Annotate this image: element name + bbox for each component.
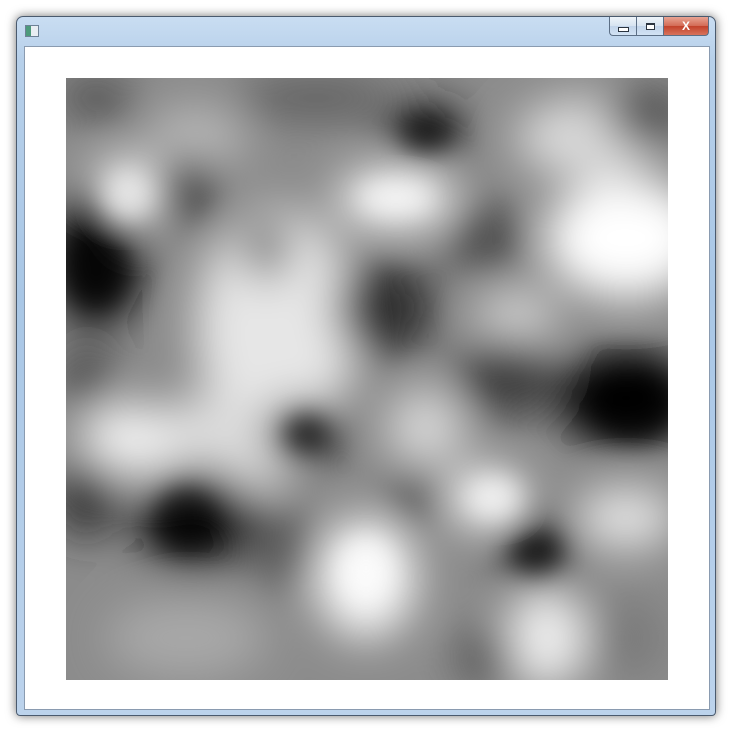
app-icon[interactable] — [25, 25, 39, 37]
maximize-button[interactable] — [636, 17, 663, 36]
minimize-icon — [617, 26, 629, 32]
app-window: X — [16, 16, 716, 716]
close-icon: X — [681, 19, 690, 33]
caption-buttons: X — [609, 17, 709, 37]
minimize-button[interactable] — [609, 17, 636, 36]
grayscale-noise-image — [66, 78, 668, 680]
close-button[interactable]: X — [663, 17, 709, 36]
client-area — [24, 46, 710, 710]
title-bar[interactable]: X — [17, 17, 715, 47]
maximize-icon — [645, 22, 655, 30]
